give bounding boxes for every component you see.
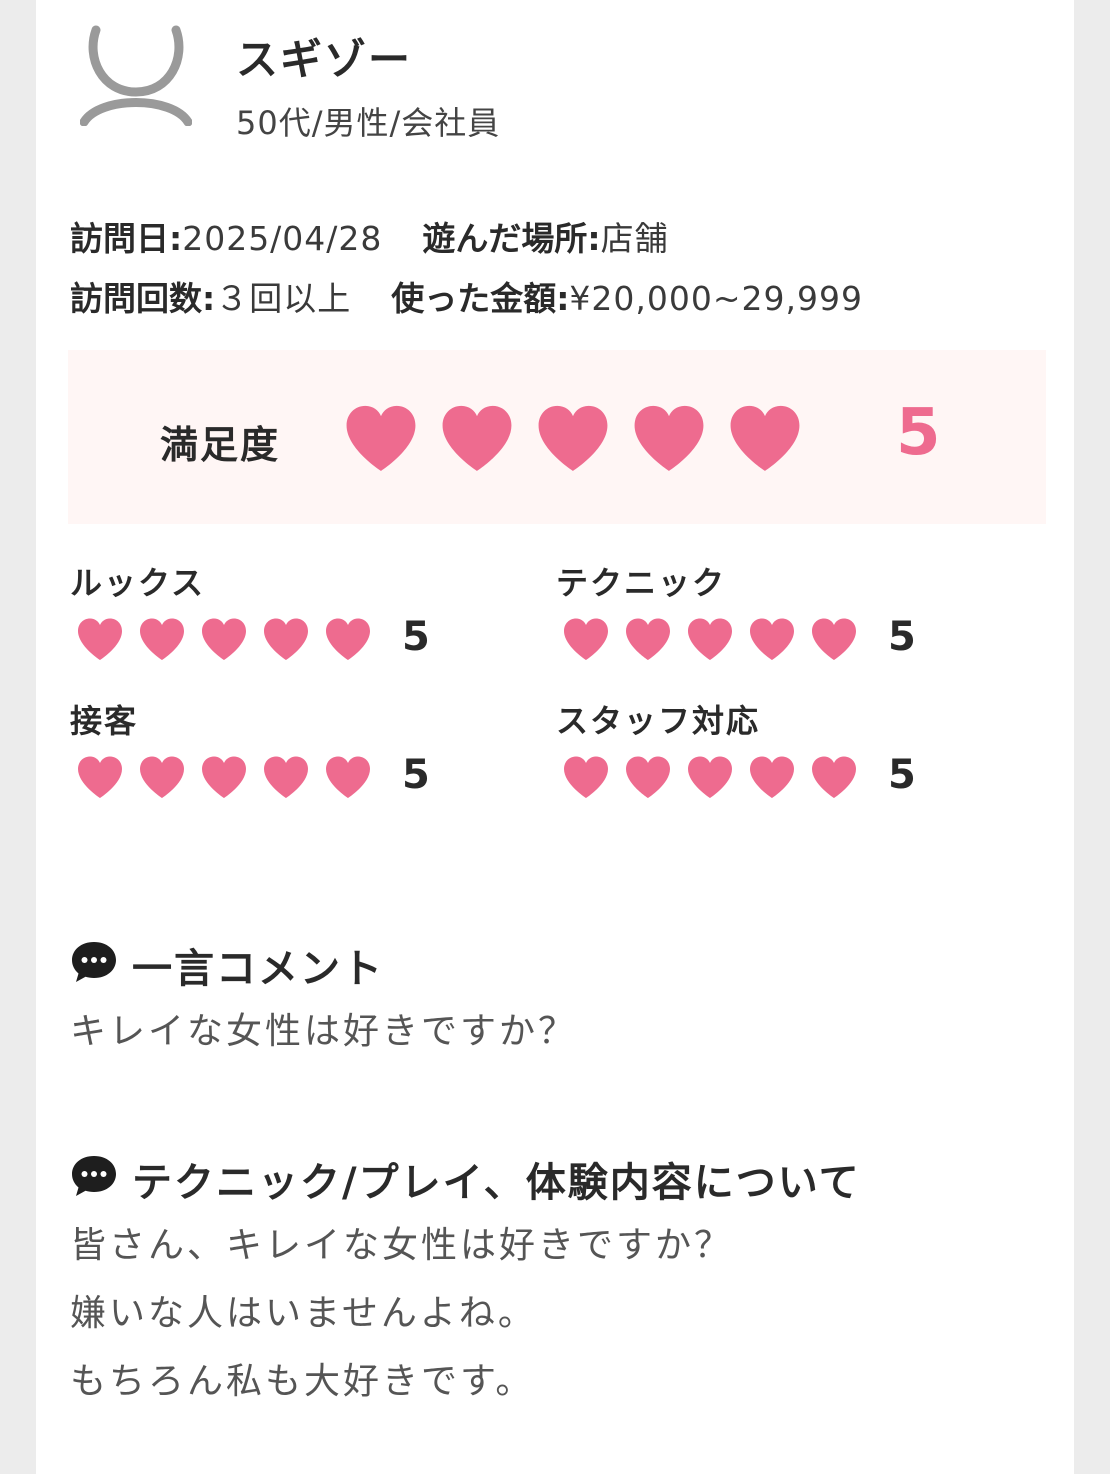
rating-hearts — [74, 754, 384, 800]
heart-icon — [688, 618, 732, 660]
rating-hearts — [560, 616, 870, 662]
heart-icon — [812, 756, 856, 798]
heart-icon — [626, 756, 670, 798]
heart-icon — [264, 756, 308, 798]
heart-icon — [750, 756, 794, 798]
heart-icon — [140, 756, 184, 798]
heart-icon — [812, 618, 856, 660]
heart-icon — [564, 618, 608, 660]
speech-bubble-icon — [72, 942, 116, 982]
heart-icon — [442, 405, 512, 471]
visit-date-value: 2025/04/28 — [182, 219, 383, 258]
satisfaction-score: 5 — [896, 396, 941, 470]
rating-score: 5 — [402, 614, 430, 660]
amount-value: ¥20,000~29,999 — [569, 279, 863, 318]
visit-info-row-1: 訪問日:2025/04/28 遊んだ場所:店舗 — [70, 212, 669, 260]
visit-info-row-2: 訪問回数:３回以上 使った金額:¥20,000~29,999 — [70, 272, 863, 320]
technique-line: 皆さん、キレイな女性は好きですか？ — [70, 1225, 734, 1266]
technique-heading-text: テクニック/プレイ、体験内容について — [132, 1160, 861, 1206]
rating-label: スタッフ対応 — [556, 702, 761, 740]
heart-icon — [140, 618, 184, 660]
comment-heading-text: 一言コメント — [132, 946, 384, 992]
rating-score: 5 — [888, 752, 916, 798]
rating-score: 5 — [402, 752, 430, 798]
user-name: スギゾー — [236, 35, 413, 84]
heart-icon — [346, 405, 416, 471]
heart-icon — [634, 405, 704, 471]
heart-icon — [326, 756, 370, 798]
heart-icon — [688, 756, 732, 798]
rating-staff: スタッフ対応 5 — [556, 696, 996, 806]
heart-icon — [564, 756, 608, 798]
visit-place-value: 店舗 — [600, 219, 669, 258]
heart-icon — [538, 405, 608, 471]
heart-icon — [750, 618, 794, 660]
comment-text: キレイな女性は好きですか？ — [70, 1011, 578, 1052]
speech-bubble-icon — [72, 1156, 116, 1196]
heart-icon — [264, 618, 308, 660]
rating-service: 接客 5 — [70, 696, 510, 806]
technique-line: 嫌いな人はいませんよね。 — [70, 1293, 537, 1334]
rating-label: ルックス — [70, 564, 206, 602]
amount-label: 使った金額: — [391, 279, 570, 318]
person-outline-icon — [79, 25, 193, 127]
technique-line: もちろん私も大好きです。 — [70, 1361, 535, 1402]
avatar — [79, 18, 193, 127]
rating-hearts — [560, 754, 870, 800]
heart-icon — [626, 618, 670, 660]
technique-text: 皆さん、キレイな女性は好きですか？ 嫌いな人はいませんよね。 もちろん私も大好き… — [70, 1212, 733, 1416]
rating-hearts — [74, 616, 384, 662]
user-meta: 50代/男性/会社員 — [236, 104, 501, 142]
review-card: スギゾー 50代/男性/会社員 訪問日:2025/04/28 遊んだ場所:店舗 訪… — [36, 0, 1074, 1474]
satisfaction-panel: 満足度 5 — [68, 350, 1046, 524]
satisfaction-label: 満足度 — [160, 423, 281, 467]
visit-count-label: 訪問回数: — [70, 279, 216, 318]
rating-label: 接客 — [70, 702, 139, 740]
rating-looks: ルックス 5 — [70, 558, 510, 668]
rating-technique: テクニック 5 — [556, 558, 996, 668]
heart-icon — [78, 618, 122, 660]
visit-date-label: 訪問日: — [70, 219, 183, 258]
visit-place-label: 遊んだ場所: — [422, 219, 601, 258]
heart-icon — [326, 618, 370, 660]
heart-icon — [202, 756, 246, 798]
rating-label: テクニック — [556, 564, 727, 602]
heart-icon — [202, 618, 246, 660]
rating-score: 5 — [888, 614, 916, 660]
visit-count-value: ３回以上 — [215, 279, 352, 318]
heart-icon — [730, 405, 800, 471]
heart-icon — [78, 756, 122, 798]
